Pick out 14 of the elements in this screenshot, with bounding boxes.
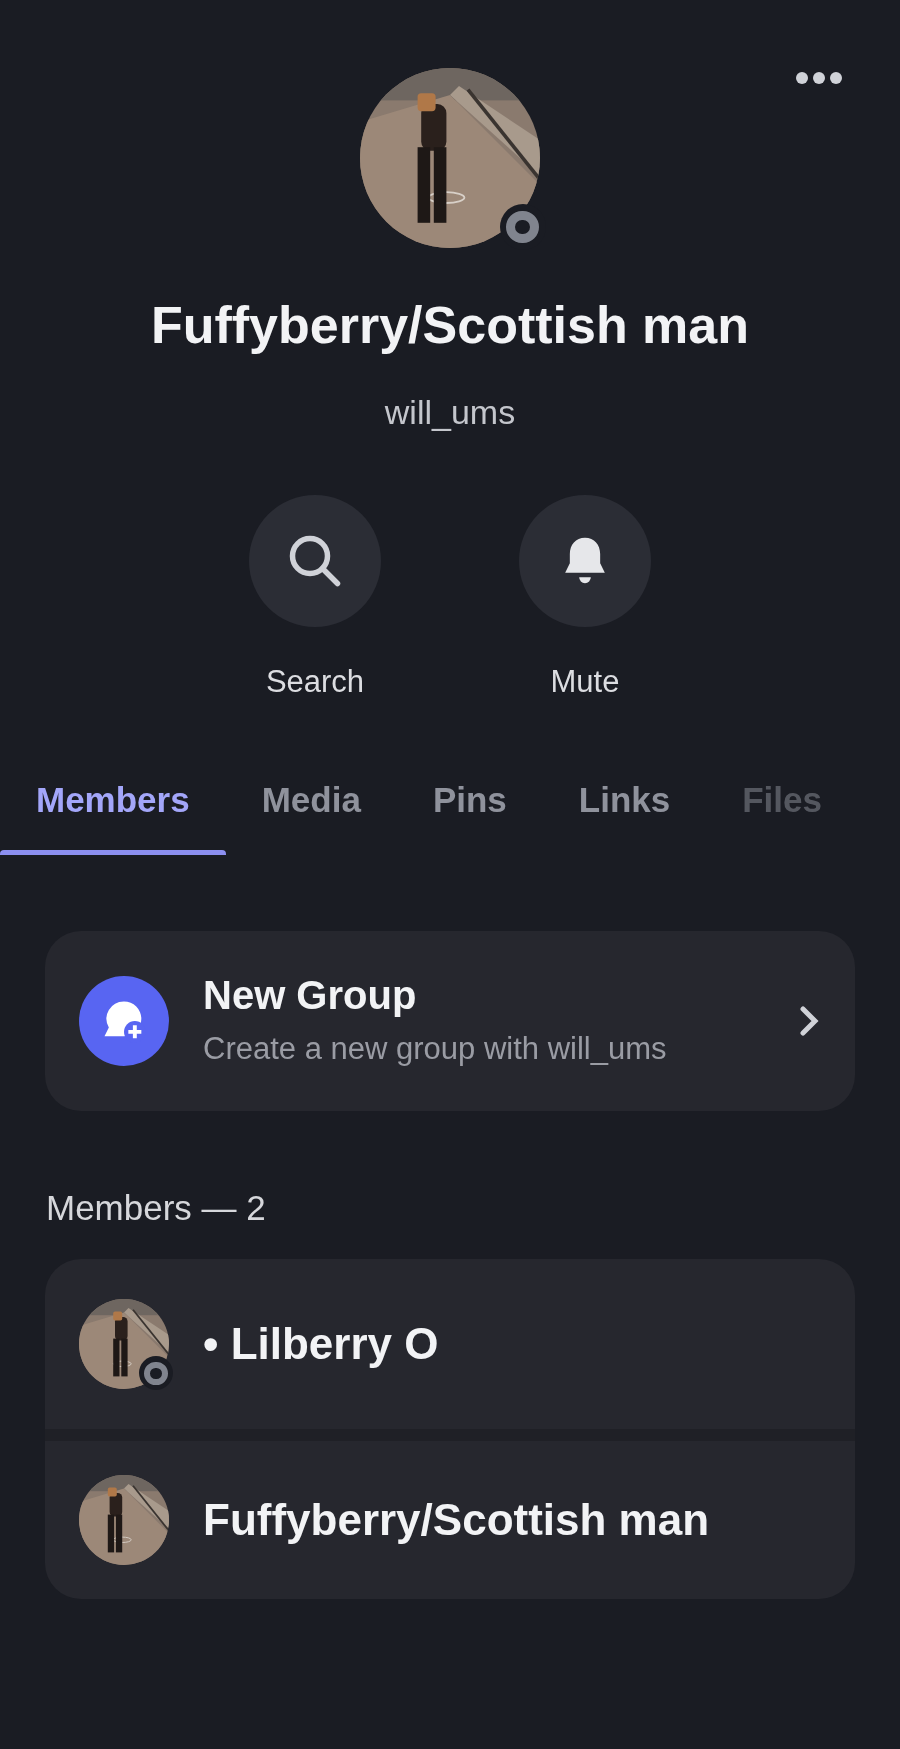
tab[interactable]: Links bbox=[542, 777, 707, 856]
member-name[interactable]: • Lilberry O bbox=[203, 1310, 439, 1377]
action-label: Search bbox=[265, 663, 365, 701]
new-group-subtitle: Create a new group with will_ums bbox=[203, 1030, 668, 1068]
new-group-title: New Group bbox=[203, 972, 418, 1019]
members-heading: Members — 2 bbox=[46, 1187, 267, 1230]
action-label: Mute bbox=[550, 663, 620, 701]
new-group-card[interactable]: New Group Create a new group with will_ums bbox=[45, 931, 855, 1112]
tab[interactable]: Members bbox=[0, 777, 226, 856]
display-name: Fuffyberry/Scottish man bbox=[150, 295, 750, 356]
username: will_ums bbox=[384, 392, 516, 433]
tab[interactable]: Media bbox=[225, 777, 397, 856]
tab[interactable]: Pins bbox=[396, 777, 543, 856]
member-name[interactable]: Fuffyberry/Scottish man bbox=[203, 1486, 710, 1553]
